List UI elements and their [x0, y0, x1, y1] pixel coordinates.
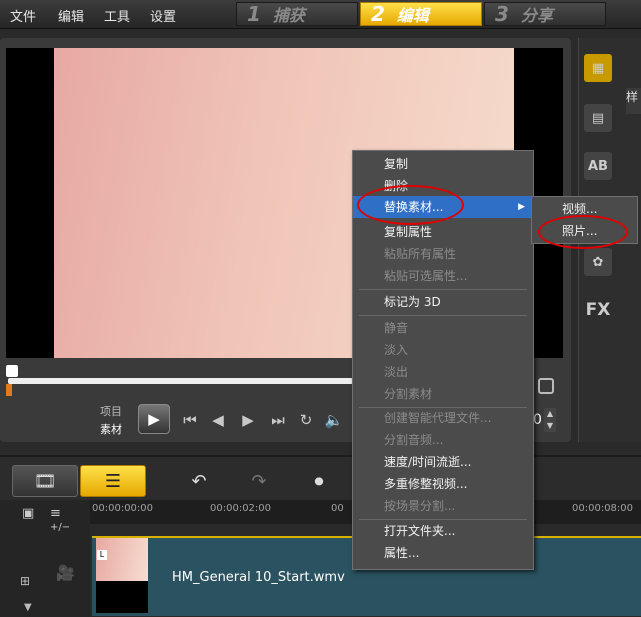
menu-item-split-clip[interactable]: 分割素材 [353, 383, 533, 405]
video-track-icon: 🎥 [56, 564, 75, 582]
play-button[interactable]: ▶ [138, 404, 170, 434]
menu-item-properties[interactable]: 属性... [353, 542, 533, 564]
clip-name: HM_General 10_Start.wmv [172, 570, 345, 585]
menu-settings[interactable]: 设置 [150, 6, 176, 25]
annotation-ellipse [538, 215, 628, 249]
menu-separator [359, 289, 527, 290]
library-header: 样 [626, 88, 641, 114]
home-icon[interactable]: ⏮ [180, 410, 200, 430]
step-number: 2 [371, 2, 385, 26]
menu-separator [359, 315, 527, 316]
enlarge-icon[interactable] [538, 378, 554, 394]
menu-item-multi-trim[interactable]: 多重修整视频... [353, 473, 533, 495]
tab-label: 分享 [520, 6, 553, 25]
ruler-tick: 00:00:00:00 [92, 503, 154, 514]
mode-clip[interactable]: 素材 [100, 421, 122, 437]
clip-tag: L [97, 550, 107, 560]
ruler-tick: 00:00:08:00 [572, 503, 634, 514]
timecode-stepper[interactable]: ▲ ▼ [544, 408, 556, 432]
menu-item-fade-in[interactable]: 淡入 [353, 339, 533, 361]
menu-item-copy[interactable]: 复制 [353, 153, 533, 175]
menu-item-speed-time-lapse[interactable]: 速度/时间流逝... [353, 451, 533, 473]
timeline-view-button[interactable]: ☰ [80, 465, 146, 497]
trim-marker[interactable] [6, 384, 12, 396]
mode-project[interactable]: 项目 [100, 403, 122, 419]
menu-item-paste-selected-attributes[interactable]: 粘贴可选属性... [353, 265, 533, 287]
previous-frame-icon[interactable]: ◀ [208, 410, 228, 430]
redo-icon[interactable]: ↷ [246, 465, 272, 497]
menu-item-paste-all-attributes[interactable]: 粘贴所有属性 [353, 243, 533, 265]
tab-label: 捕获 [272, 6, 305, 25]
scrub-handle[interactable] [6, 365, 18, 377]
menu-item-mark-3d[interactable]: 标记为 3D [353, 291, 533, 313]
menu-tools[interactable]: 工具 [104, 6, 130, 25]
volume-icon[interactable]: 🔈 [324, 410, 344, 430]
fx-icon[interactable]: FX [584, 296, 612, 324]
tab-capture[interactable]: 1 捕获 [236, 2, 358, 26]
tab-label: 编辑 [396, 6, 429, 25]
step-number: 3 [495, 2, 509, 26]
menu-item-open-folder[interactable]: 打开文件夹... [353, 520, 533, 542]
menu-item-copy-attributes[interactable]: 复制属性 [353, 221, 533, 243]
media-icon[interactable]: ▦ [584, 54, 612, 82]
annotation-ellipse [357, 185, 464, 225]
title-icon[interactable]: AB [584, 152, 612, 180]
storyboard-view-button[interactable]: 🎞 [12, 465, 78, 497]
ruler-tick: 00 [331, 503, 344, 514]
next-frame-icon[interactable]: ▶ [238, 410, 258, 430]
menu-item-split-by-scene[interactable]: 按场景分割... [353, 495, 533, 517]
menu-edit[interactable]: 编辑 [58, 6, 84, 25]
clip-thumbnail-dark [96, 581, 148, 613]
tab-edit[interactable]: 2 编辑 [360, 2, 482, 26]
timeline-icon: ☰ [104, 470, 122, 492]
film-icon: 🎞 [33, 470, 57, 492]
ruler-tick: 00:00:02:00 [210, 503, 272, 514]
scrub-bar[interactable] [8, 378, 353, 384]
menu-item-mute[interactable]: 静音 [353, 317, 533, 339]
end-icon[interactable]: ⏭ [268, 410, 288, 430]
zoom-control[interactable]: +/− [50, 522, 70, 533]
play-icon: ▶ [148, 410, 160, 428]
track-header [0, 500, 90, 617]
track-lock-icon[interactable]: ⊞ [20, 574, 30, 588]
repeat-icon[interactable]: ↻ [296, 410, 316, 430]
timecode-fragment: 0 [533, 412, 542, 428]
menu-item-fade-out[interactable]: 淡出 [353, 361, 533, 383]
menu-item-create-proxy[interactable]: 创建智能代理文件... [353, 407, 533, 429]
record-capture-icon[interactable]: ⏺ [306, 465, 332, 497]
menu-item-split-audio[interactable]: 分割音频... [353, 429, 533, 451]
tab-share[interactable]: 3 分享 [484, 2, 606, 26]
chapter-icon[interactable]: ≡ [50, 506, 61, 521]
expand-icon[interactable]: ▼ [24, 602, 32, 613]
menu-file[interactable]: 文件 [10, 6, 36, 25]
graphics-icon[interactable]: ✿ [584, 248, 612, 276]
undo-icon[interactable]: ↶ [186, 465, 212, 497]
step-number: 1 [247, 2, 261, 26]
submenu-arrow-icon: ▶ [518, 202, 525, 212]
track-manager-icon[interactable]: ▣ [22, 506, 34, 521]
transition-icon[interactable]: ▤ [584, 104, 612, 132]
